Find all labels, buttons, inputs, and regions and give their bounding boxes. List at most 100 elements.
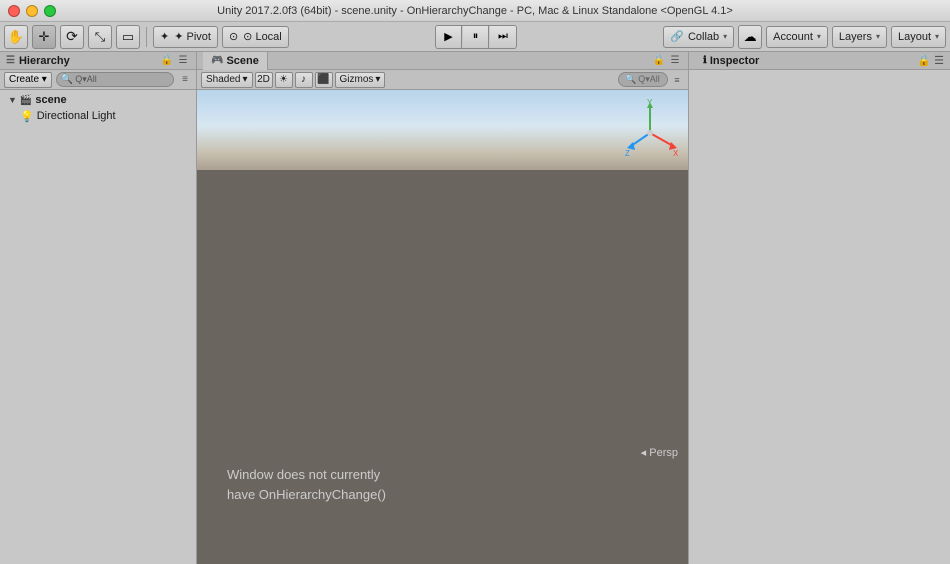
- pivot-icon: ✦: [160, 30, 169, 43]
- scale-icon: ⤡: [95, 29, 105, 45]
- gizmos-arrow: ▾: [375, 74, 380, 85]
- pivot-button[interactable]: ✦ ✦ Pivot: [153, 26, 218, 48]
- hierarchy-item-scene[interactable]: ▼ 🎬 scene: [0, 92, 196, 108]
- hand-icon: ✋: [8, 29, 24, 45]
- scene-filter-button[interactable]: ≡: [670, 73, 684, 87]
- account-arrow: ▾: [817, 32, 821, 41]
- move-tool-button[interactable]: ✛: [32, 25, 56, 49]
- shading-label: Shaded: [206, 74, 240, 85]
- hierarchy-search[interactable]: 🔍 Q▾All: [56, 72, 174, 87]
- scene-search-icon: 🔍: [625, 74, 636, 85]
- move-icon: ✛: [39, 29, 50, 45]
- create-label: Create ▾: [9, 74, 47, 85]
- ground-area: [197, 170, 688, 564]
- scene-header: 🎮 Scene 🔒 ☰: [197, 52, 688, 70]
- overlay-message: Window does not currentlyhave OnHierarch…: [227, 465, 386, 504]
- overlay-text: Window does not currentlyhave OnHierarch…: [227, 467, 386, 502]
- scene-label: scene: [35, 94, 66, 106]
- maximize-button[interactable]: [44, 5, 56, 17]
- svg-text:X: X: [673, 149, 678, 158]
- cloud-icon: ☁: [744, 29, 757, 45]
- scene-tab[interactable]: 🎮 Scene: [203, 52, 268, 70]
- hierarchy-panel: ☰ Hierarchy 🔒 ☰ Create ▾ 🔍 Q▾All ≡ ▼ 🎬 s…: [0, 52, 197, 564]
- hierarchy-content: ▼ 🎬 scene 💡 Directional Light: [0, 90, 196, 564]
- content-area: ☰ Hierarchy 🔒 ☰ Create ▾ 🔍 Q▾All ≡ ▼ 🎬 s…: [0, 52, 950, 564]
- title-bar: Unity 2017.2.0f3 (64bit) - scene.unity -…: [0, 0, 950, 22]
- local-icon: ⊙: [229, 30, 238, 43]
- inspector-menu-icon[interactable]: ☰: [934, 54, 944, 67]
- play-controls: ▶ ⏸ ⏭: [435, 25, 517, 49]
- hierarchy-title: Hierarchy: [19, 55, 70, 67]
- scene-panel: 🎮 Scene 🔒 ☰ Shaded ▾ 2D ☀ ♪ ⬛: [197, 52, 689, 564]
- step-icon: ⏭: [498, 30, 508, 43]
- hierarchy-filter-button[interactable]: ≡: [178, 73, 192, 87]
- account-label: Account: [773, 31, 813, 43]
- collab-icon: 🔗: [670, 30, 684, 43]
- account-button[interactable]: Account ▾: [766, 26, 828, 48]
- scene-menu-button[interactable]: ☰: [668, 54, 682, 68]
- collab-arrow: ▾: [723, 32, 727, 41]
- close-button[interactable]: [8, 5, 20, 17]
- rect-icon: ▭: [122, 29, 134, 45]
- layers-label: Layers: [839, 31, 872, 43]
- effects-button[interactable]: ⬛: [315, 72, 333, 88]
- rotate-icon: ⟳: [66, 28, 78, 45]
- layout-label: Layout: [898, 31, 931, 43]
- persp-text: ◂ Persp: [641, 447, 678, 459]
- rect-tool-button[interactable]: ▭: [116, 25, 140, 49]
- minimize-button[interactable]: [26, 5, 38, 17]
- inspector-title: Inspector: [710, 55, 760, 67]
- scale-tool-button[interactable]: ⤡: [88, 25, 112, 49]
- hand-tool-button[interactable]: ✋: [4, 25, 28, 49]
- svg-text:Z: Z: [625, 149, 630, 158]
- inspector-tab[interactable]: ℹ Inspector: [695, 52, 767, 70]
- directional-light-label: Directional Light: [37, 110, 116, 122]
- step-button[interactable]: ⏭: [490, 26, 516, 48]
- hierarchy-lock-button[interactable]: 🔒: [160, 54, 174, 68]
- play-button[interactable]: ▶: [436, 26, 462, 48]
- layers-button[interactable]: Layers ▾: [832, 26, 887, 48]
- audio-button[interactable]: ♪: [295, 72, 313, 88]
- scene-icon: 🎬: [20, 95, 32, 106]
- hierarchy-header-actions: 🔒 ☰: [160, 54, 190, 68]
- window-controls[interactable]: [8, 5, 56, 17]
- inspector-panel: ℹ Inspector 🔒 ☰: [689, 52, 950, 564]
- shading-dropdown[interactable]: Shaded ▾: [201, 72, 253, 88]
- sky-area: [197, 90, 688, 180]
- scene-search[interactable]: 🔍 Q▾All: [618, 72, 668, 87]
- scene-tab-label: Scene: [226, 55, 258, 67]
- rotate-tool-button[interactable]: ⟳: [60, 25, 84, 49]
- scene-lock-button[interactable]: 🔒: [652, 54, 666, 68]
- pause-icon: ⏸: [473, 30, 479, 43]
- cloud-button[interactable]: ☁: [738, 25, 762, 49]
- lighting-button[interactable]: ☀: [275, 72, 293, 88]
- pause-button[interactable]: ⏸: [463, 26, 489, 48]
- layout-arrow: ▾: [935, 32, 939, 41]
- gizmos-dropdown[interactable]: Gizmos ▾: [335, 72, 386, 88]
- inspector-lock-icon[interactable]: 🔒: [917, 54, 931, 67]
- shading-arrow: ▾: [242, 74, 247, 85]
- layers-arrow: ▾: [876, 32, 880, 41]
- persp-label: ◂ Persp: [641, 446, 678, 459]
- inspector-header: ℹ Inspector 🔒 ☰: [689, 52, 950, 70]
- axis-svg: Y X Z: [623, 98, 678, 158]
- layout-button[interactable]: Layout ▾: [891, 26, 946, 48]
- audio-icon: ♪: [301, 74, 306, 85]
- scene-expand-arrow: ▼: [8, 95, 17, 105]
- collab-label: Collab: [688, 31, 719, 43]
- scene-toolbar: Shaded ▾ 2D ☀ ♪ ⬛ Gizmos ▾ 🔍 Q▾All: [197, 70, 688, 90]
- scene-viewport[interactable]: Y X Z ◂ Persp Window does not currentlyh…: [197, 90, 688, 564]
- scene-tab-icon: 🎮: [211, 55, 223, 66]
- local-button[interactable]: ⊙ ⊙ Local: [222, 26, 289, 48]
- light-icon: 💡: [20, 110, 34, 123]
- effects-icon: ⬛: [317, 74, 329, 85]
- create-button[interactable]: Create ▾: [4, 72, 52, 88]
- collab-button[interactable]: 🔗 Collab ▾: [663, 26, 734, 48]
- hierarchy-menu-button[interactable]: ☰: [176, 54, 190, 68]
- inspector-content: [689, 70, 950, 564]
- search-placeholder: Q▾All: [75, 74, 97, 85]
- 2d-label: 2D: [257, 74, 270, 85]
- hierarchy-item-directional-light[interactable]: 💡 Directional Light: [0, 108, 196, 124]
- 2d-button[interactable]: 2D: [255, 72, 273, 88]
- gizmos-label: Gizmos: [340, 74, 374, 85]
